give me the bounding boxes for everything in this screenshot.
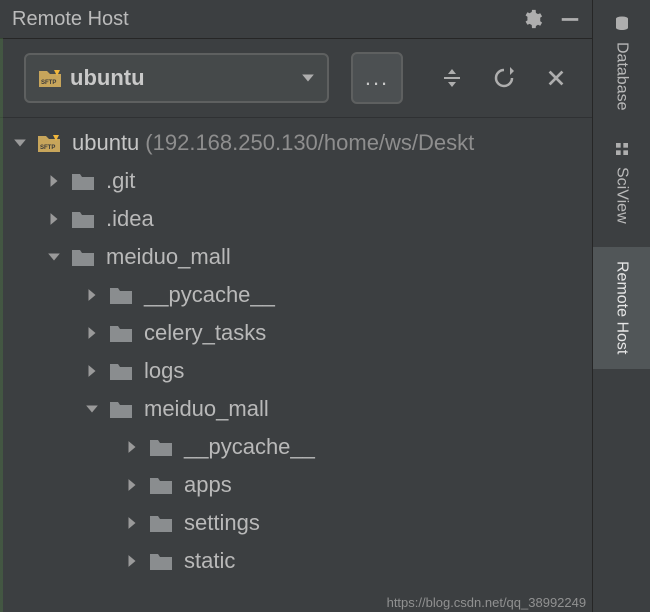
tree-item-label: .idea (106, 206, 154, 232)
host-dropdown[interactable]: SFTP ubuntu (24, 53, 329, 103)
tree-item-label: apps (184, 472, 232, 498)
ellipsis-icon: ... (365, 65, 389, 91)
tab-database[interactable]: Database (593, 0, 650, 125)
chevron-right-icon (44, 209, 64, 229)
tree-item-label: __pycache__ (184, 434, 315, 460)
tab-remote-host-label: Remote Host (613, 261, 631, 354)
svg-text:SFTP: SFTP (40, 145, 55, 151)
chevron-down-icon (82, 399, 102, 419)
chevron-right-icon (122, 437, 142, 457)
folder-icon (70, 206, 96, 232)
tree-item[interactable]: meiduo_mall (0, 390, 592, 428)
folder-icon (70, 244, 96, 270)
chevron-right-icon (122, 513, 142, 533)
tree-item-label: settings (184, 510, 260, 536)
tree-root-label: ubuntu (72, 130, 139, 156)
refresh-icon[interactable] (491, 65, 517, 91)
tree-root[interactable]: SFTP ubuntu (192.168.250.130/home/ws/Des… (0, 124, 592, 162)
chevron-down-icon (299, 69, 317, 87)
tab-remote-host[interactable]: Remote Host (593, 247, 650, 368)
tree-item[interactable]: __pycache__ (0, 428, 592, 466)
folder-icon (108, 358, 134, 384)
chevron-right-icon (44, 171, 64, 191)
close-icon[interactable] (543, 65, 569, 91)
folder-icon (148, 434, 174, 460)
tree-item-label: meiduo_mall (144, 396, 269, 422)
folder-icon (148, 548, 174, 574)
folder-icon (108, 320, 134, 346)
database-icon (612, 14, 632, 34)
sftp-icon: SFTP (36, 66, 64, 90)
tree-root-path: (192.168.250.130/home/ws/Deskt (145, 130, 474, 156)
folder-icon (148, 510, 174, 536)
tree-item-label: __pycache__ (144, 282, 275, 308)
more-button[interactable]: ... (351, 52, 403, 104)
toolbar: SFTP ubuntu ... (0, 39, 592, 118)
tab-database-label: Database (613, 42, 631, 111)
tab-sciview[interactable]: SciView (593, 125, 650, 238)
folder-icon (108, 396, 134, 422)
right-sidebar: Database SciView Remote Host (593, 0, 650, 612)
chevron-right-icon (82, 361, 102, 381)
sftp-icon: SFTP (36, 130, 62, 156)
tree-item[interactable]: .idea (0, 200, 592, 238)
chevron-right-icon (82, 285, 102, 305)
tree-item[interactable]: logs (0, 352, 592, 390)
tree-item-label: meiduo_mall (106, 244, 231, 270)
gear-icon[interactable] (520, 7, 544, 31)
tree-item[interactable]: __pycache__ (0, 276, 592, 314)
tree-item[interactable]: settings (0, 504, 592, 542)
chevron-right-icon (82, 323, 102, 343)
file-tree: SFTP ubuntu (192.168.250.130/home/ws/Des… (0, 118, 592, 612)
tree-item-label: .git (106, 168, 135, 194)
panel-title: Remote Host (12, 8, 506, 31)
tree-item[interactable]: celery_tasks (0, 314, 592, 352)
panel-header: Remote Host (0, 0, 592, 39)
tree-item[interactable]: apps (0, 466, 592, 504)
tree-item-label: static (184, 548, 235, 574)
watermark-text: https://blog.csdn.net/qq_38992249 (387, 595, 587, 610)
tree-item[interactable]: meiduo_mall (0, 238, 592, 276)
grid-icon (612, 139, 632, 159)
collapse-icon[interactable] (439, 65, 465, 91)
tree-item-label: celery_tasks (144, 320, 266, 346)
tree-item[interactable]: .git (0, 162, 592, 200)
svg-text:SFTP: SFTP (41, 80, 56, 86)
minimize-icon[interactable] (558, 7, 582, 31)
chevron-down-icon (44, 247, 64, 267)
tree-item-label: logs (144, 358, 184, 384)
folder-icon (70, 168, 96, 194)
tab-sciview-label: SciView (613, 167, 631, 224)
chevron-down-icon (10, 133, 30, 153)
folder-icon (108, 282, 134, 308)
tree-item[interactable]: static (0, 542, 592, 580)
host-dropdown-label: ubuntu (70, 65, 299, 91)
chevron-right-icon (122, 551, 142, 571)
folder-icon (148, 472, 174, 498)
chevron-right-icon (122, 475, 142, 495)
